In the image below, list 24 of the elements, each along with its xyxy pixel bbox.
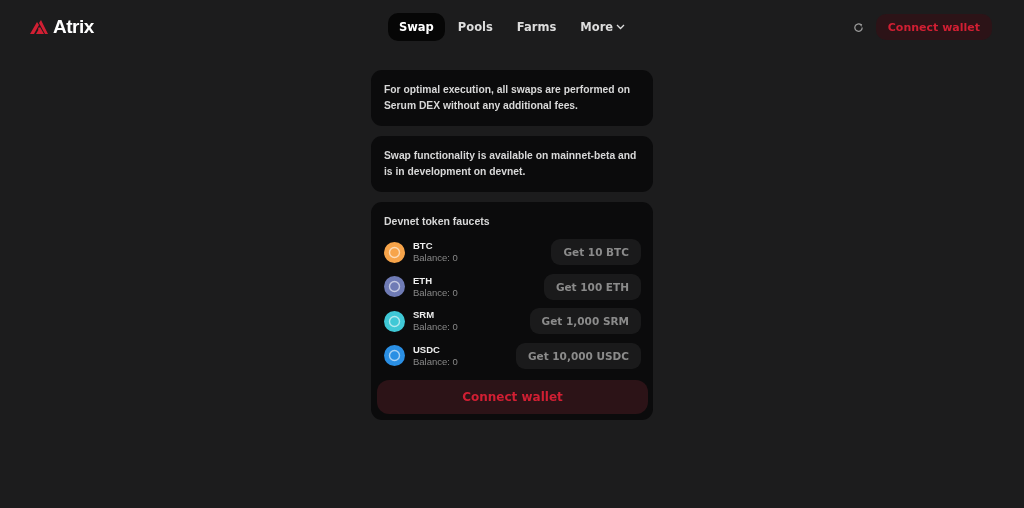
token-symbol: ETH — [413, 274, 433, 287]
faucet-button[interactable]: Get 1,000 SRM — [529, 308, 641, 335]
nav-tab[interactable]: More — [569, 13, 637, 41]
connect-wallet-button[interactable]: Connect wallet — [875, 14, 992, 40]
token-balance: Balance: 0 — [413, 252, 458, 265]
card-title: Devnet token faucets — [384, 214, 491, 229]
token-symbol: USDC — [413, 343, 441, 356]
token-balance: Balance: 0 — [413, 355, 458, 368]
info-notice: Swap functionality is available on mainnet-beta and is in development on devnet. — [371, 136, 653, 192]
nav-tab[interactable]: Swap — [387, 13, 445, 41]
info-notice: For optimal execution, all swaps are performed on Serum DEX without any additional fees. — [371, 70, 653, 126]
nav-tab[interactable]: Farms — [505, 13, 568, 41]
token-balance: Balance: 0 — [413, 286, 458, 299]
faucet-button[interactable]: Get 100 ETH — [543, 273, 641, 300]
faucet-button[interactable]: Get 10 BTC — [551, 239, 641, 266]
logo-icon — [30, 20, 48, 34]
token-symbol: SRM — [413, 309, 436, 322]
faucet-button[interactable]: Get 10,000 USDC — [515, 342, 641, 369]
logo-text: Atrix — [53, 16, 94, 38]
connect-wallet-button[interactable]: Connect wallet — [377, 380, 648, 414]
token-balance: Balance: 0 — [413, 321, 458, 334]
token-symbol: BTC — [413, 240, 434, 253]
refresh-icon[interactable] — [852, 21, 864, 33]
nav-tab[interactable]: Pools — [446, 13, 504, 41]
